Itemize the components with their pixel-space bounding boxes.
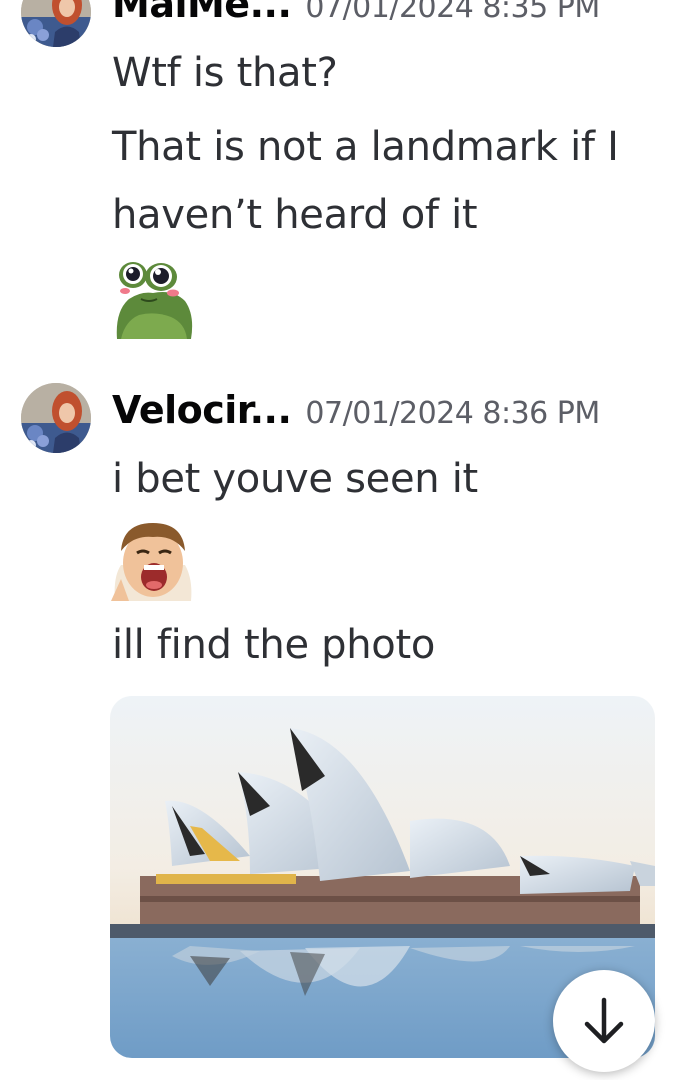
avatar[interactable] (21, 383, 91, 453)
message-text: That is not a landmark if I (112, 124, 619, 170)
message-header: Velocir... 07/01/2024 8:36 PM (112, 388, 656, 434)
timestamp: 07/01/2024 8:35 PM (305, 0, 600, 25)
message-text: i bet youve seen it (112, 456, 478, 502)
timestamp: 07/01/2024 8:36 PM (305, 396, 600, 431)
message-header: MaiMe... 07/01/2024 8:35 PM (112, 0, 656, 28)
user-avatar-icon (21, 383, 91, 453)
jump-to-bottom-button[interactable] (553, 970, 655, 1072)
blushing-frog-emote[interactable] (111, 259, 194, 339)
message-text: haven’t heard of it (112, 192, 478, 238)
author-name[interactable]: MaiMe... (112, 0, 292, 26)
message-text: ill find the photo (112, 622, 436, 668)
author-name[interactable]: Velocir... (112, 388, 292, 432)
laughing-face-emote[interactable] (111, 521, 194, 601)
arrow-down-icon (584, 997, 624, 1044)
message-text: Wtf is that? (112, 50, 338, 96)
avatar[interactable] (21, 0, 91, 47)
user-avatar-icon (21, 0, 91, 47)
